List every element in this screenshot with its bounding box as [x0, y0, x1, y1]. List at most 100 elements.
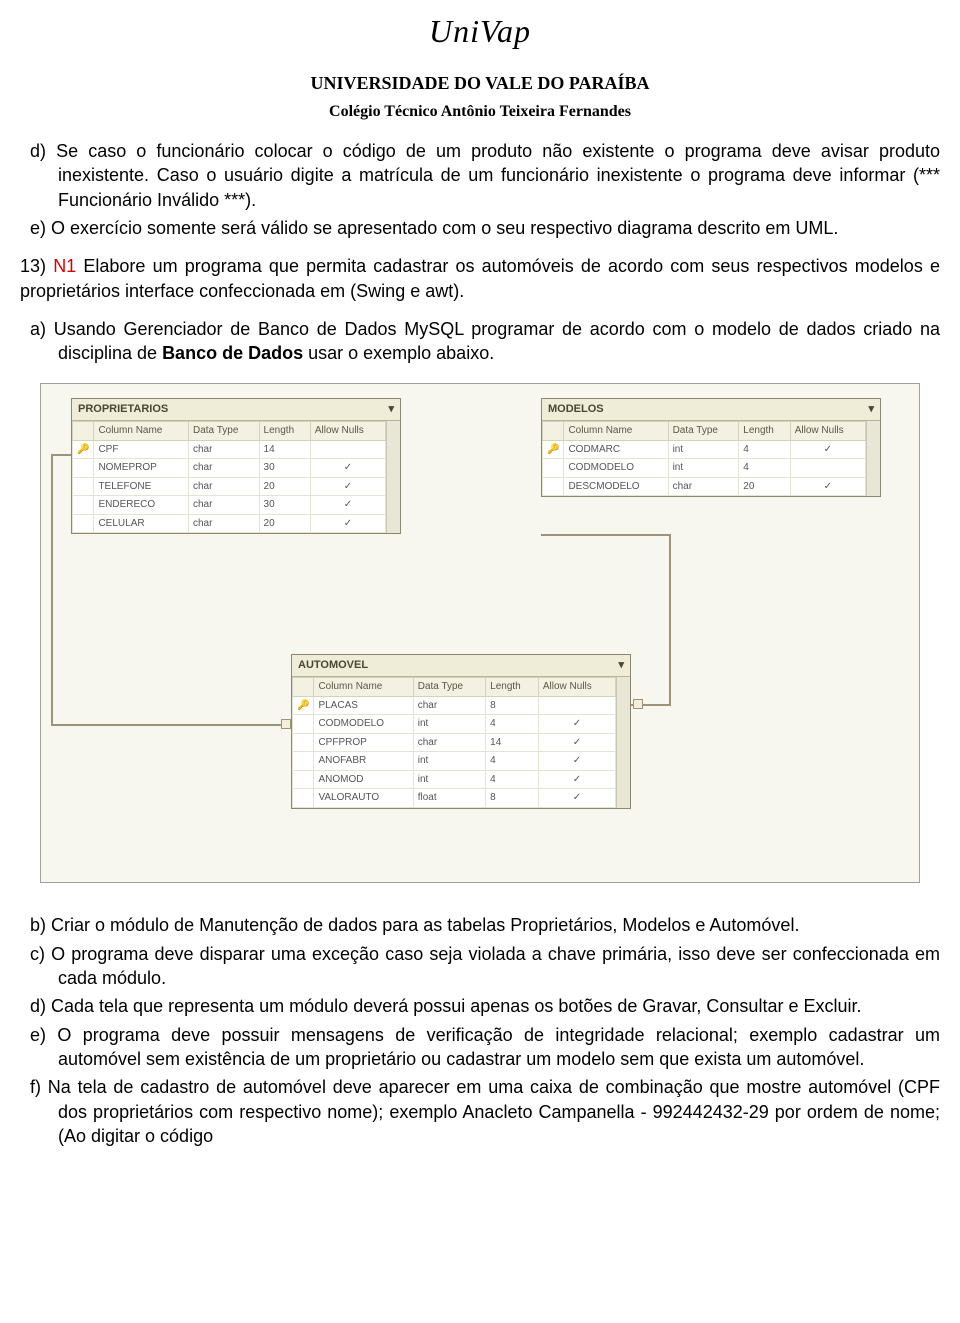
cell-allownulls: ✓ — [538, 770, 615, 789]
cell-allownulls: ✓ — [310, 514, 385, 533]
cell-name: ENDERECO — [94, 496, 189, 515]
key-icon: 🔑 — [293, 696, 314, 715]
cell-name: VALORAUTO — [314, 789, 413, 808]
table-row: 🔑CODMARCint4✓ — [543, 440, 866, 459]
item-f: f) Na tela de cadastro de automóvel deve… — [58, 1075, 940, 1148]
cell-type: char — [668, 477, 739, 496]
cell-type: char — [413, 696, 485, 715]
key-icon — [293, 733, 314, 752]
cell-name: NOMEPROP — [94, 459, 189, 478]
item-e2: e) O programa deve possuir mensagens de … — [58, 1023, 940, 1072]
cell-name: CPFPROP — [314, 733, 413, 752]
item-b: b) Criar o módulo de Manutenção de dados… — [58, 913, 940, 937]
cell-length: 8 — [486, 789, 539, 808]
cell-length: 4 — [739, 459, 790, 478]
cell-allownulls: ✓ — [790, 477, 865, 496]
table-row: 🔑PLACASchar8 — [293, 696, 616, 715]
item-c: c) O programa deve disparar uma exceção … — [58, 942, 940, 991]
scrollbar[interactable] — [616, 677, 630, 808]
col-header: Column Name — [564, 422, 668, 441]
col-header: Data Type — [413, 678, 485, 697]
caret-icon: ▾ — [868, 402, 874, 417]
table-automovel: AUTOMOVEL ▾ Column Name Data Type Length… — [291, 654, 631, 808]
school-name: Colégio Técnico Antônio Teixeira Fernand… — [20, 101, 940, 123]
relationship-line — [51, 454, 53, 724]
cell-allownulls: ✓ — [790, 440, 865, 459]
cell-type: int — [413, 770, 485, 789]
cell-length: 30 — [259, 459, 310, 478]
relationship-node — [281, 719, 291, 729]
cell-allownulls: ✓ — [538, 752, 615, 771]
cell-allownulls: ✓ — [310, 477, 385, 496]
cell-length: 4 — [486, 770, 539, 789]
col-header: Data Type — [668, 422, 739, 441]
col-header: Data Type — [189, 422, 260, 441]
er-diagram: PROPRIETARIOS ▾ Column Name Data Type Le… — [40, 383, 920, 883]
logo-text: UniVap — [20, 10, 940, 53]
question-13: 13) N1 Elabore um programa que permita c… — [20, 254, 940, 303]
q13-n1-marker: N1 — [53, 256, 76, 276]
relationship-line — [51, 724, 291, 726]
cell-length: 14 — [259, 440, 310, 459]
key-icon — [543, 459, 564, 478]
cell-length: 8 — [486, 696, 539, 715]
col-header: Length — [486, 678, 539, 697]
relationship-line — [51, 454, 71, 456]
cell-name: CODMODELO — [314, 715, 413, 734]
cell-type: int — [668, 459, 739, 478]
relationship-node — [633, 699, 643, 709]
q13-num: 13) — [20, 256, 53, 276]
cell-type: float — [413, 789, 485, 808]
cell-name: PLACAS — [314, 696, 413, 715]
col-header: Length — [259, 422, 310, 441]
cell-type: char — [189, 459, 260, 478]
cell-name: ANOFABR — [314, 752, 413, 771]
cell-allownulls — [790, 459, 865, 478]
cell-name: CELULAR — [94, 514, 189, 533]
cell-allownulls — [310, 440, 385, 459]
col-header: Allow Nulls — [538, 678, 615, 697]
table-automovel-title: AUTOMOVEL — [298, 658, 368, 673]
q13-text: Elabore um programa que permita cadastra… — [20, 256, 940, 300]
caret-icon: ▾ — [618, 658, 624, 673]
cell-allownulls: ✓ — [310, 496, 385, 515]
cell-length: 4 — [486, 715, 539, 734]
table-row: CODMODELOint4✓ — [293, 715, 616, 734]
scrollbar[interactable] — [866, 421, 880, 496]
table-modelos: MODELOS ▾ Column Name Data Type Length A… — [541, 398, 881, 497]
cell-name: CODMODELO — [564, 459, 668, 478]
key-icon — [73, 459, 94, 478]
item-e: e) O exercício somente será válido se ap… — [58, 216, 940, 240]
document-header: UniVap UNIVERSIDADE DO VALE DO PARAÍBA C… — [20, 10, 940, 123]
key-icon — [73, 496, 94, 515]
key-icon — [293, 770, 314, 789]
cell-length: 20 — [739, 477, 790, 496]
cell-type: char — [189, 477, 260, 496]
cell-name: TELEFONE — [94, 477, 189, 496]
university-name: UNIVERSIDADE DO VALE DO PARAÍBA — [20, 71, 940, 95]
item-a-bold: Banco de Dados — [162, 343, 303, 363]
cell-length: 30 — [259, 496, 310, 515]
col-header: Column Name — [94, 422, 189, 441]
table-proprietarios: PROPRIETARIOS ▾ Column Name Data Type Le… — [71, 398, 401, 534]
cell-type: int — [413, 752, 485, 771]
table-row: CELULARchar20✓ — [73, 514, 386, 533]
cell-length: 20 — [259, 514, 310, 533]
scrollbar[interactable] — [386, 421, 400, 533]
col-header: Length — [739, 422, 790, 441]
table-row: ENDERECOchar30✓ — [73, 496, 386, 515]
relationship-line — [669, 534, 671, 704]
col-header: Allow Nulls — [310, 422, 385, 441]
cell-name: CODMARC — [564, 440, 668, 459]
key-icon — [73, 477, 94, 496]
table-row: ANOMODint4✓ — [293, 770, 616, 789]
cell-length: 4 — [486, 752, 539, 771]
item-d: d) Se caso o funcionário colocar o códig… — [58, 139, 940, 212]
key-icon: 🔑 — [73, 440, 94, 459]
cell-type: char — [189, 496, 260, 515]
cell-allownulls: ✓ — [538, 715, 615, 734]
table-row: DESCMODELOchar20✓ — [543, 477, 866, 496]
key-icon — [293, 789, 314, 808]
cell-allownulls: ✓ — [538, 733, 615, 752]
cell-type: char — [189, 440, 260, 459]
